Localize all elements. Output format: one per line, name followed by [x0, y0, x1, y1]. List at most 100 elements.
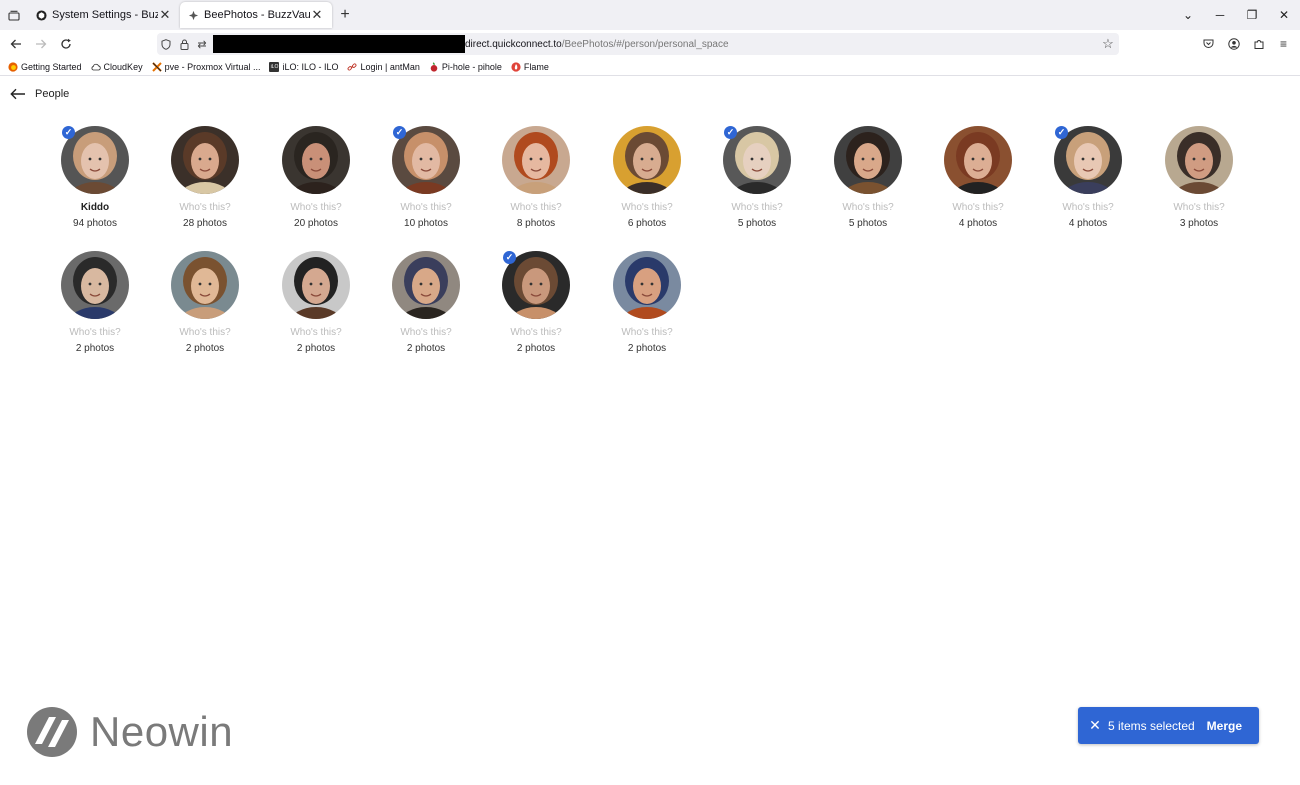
close-tab-icon[interactable]: ✕: [158, 7, 172, 22]
who-is-this-label[interactable]: Who's this?: [150, 202, 260, 214]
person-card[interactable]: Who's this? 28 photos: [150, 126, 260, 230]
extensions-icon[interactable]: [1246, 32, 1271, 56]
bookmark-proxmox[interactable]: pve - Proxmox Virtual ...: [151, 62, 260, 72]
person-card[interactable]: Who's this? 2 photos: [592, 251, 702, 355]
bookmark-cloudkey[interactable]: CloudKey: [91, 62, 143, 72]
person-card[interactable]: ✓ Who's this? 10 photos: [371, 126, 481, 230]
person-card[interactable]: ✓ Who's this? 5 photos: [702, 126, 812, 230]
forward-button[interactable]: [28, 32, 53, 56]
person-card[interactable]: Who's this? 8 photos: [481, 126, 591, 230]
new-tab-button[interactable]: +: [332, 0, 358, 30]
person-card[interactable]: Who's this? 5 photos: [813, 126, 923, 230]
tab-list-button[interactable]: [0, 0, 28, 30]
bookmark-antman[interactable]: Login | antMan: [347, 62, 420, 72]
url-path: /BeePhotos/#/person/personal_space: [561, 38, 729, 50]
who-is-this-label[interactable]: Who's this?: [702, 202, 812, 214]
person-card[interactable]: Who's this? 2 photos: [371, 251, 481, 355]
person-avatar[interactable]: [171, 126, 239, 194]
person-card[interactable]: Who's this? 2 photos: [261, 251, 371, 355]
who-is-this-label[interactable]: Who's this?: [261, 327, 371, 339]
minimize-button[interactable]: ─: [1204, 0, 1236, 30]
who-is-this-label[interactable]: Who's this?: [813, 202, 923, 214]
person-avatar[interactable]: [1165, 126, 1233, 194]
person-card[interactable]: ✓ Who's this? 2 photos: [481, 251, 591, 355]
clear-selection-close-icon[interactable]: ✕: [1082, 717, 1108, 734]
person-card[interactable]: Who's this? 2 photos: [150, 251, 260, 355]
person-avatar[interactable]: [282, 126, 350, 194]
who-is-this-label[interactable]: Who's this?: [1144, 202, 1254, 214]
person-card[interactable]: ✓ Who's this? 4 photos: [1033, 126, 1143, 230]
lock-icon[interactable]: [175, 33, 193, 55]
url-bar[interactable]: ⇄ direct.quickconnect.to /BeePhotos/#/pe…: [157, 33, 1119, 55]
person-avatar[interactable]: [61, 251, 129, 319]
photo-count: 2 photos: [627, 343, 667, 354]
neowin-watermark: Neowin: [26, 706, 233, 758]
person-card[interactable]: Who's this? 6 photos: [592, 126, 702, 230]
pocket-icon[interactable]: [1196, 32, 1221, 56]
photo-count: 2 photos: [406, 343, 446, 354]
bookmark-star-icon[interactable]: ☆: [1097, 36, 1119, 52]
reload-button[interactable]: [53, 32, 78, 56]
who-is-this-label[interactable]: Who's this?: [40, 327, 150, 339]
who-is-this-label[interactable]: Who's this?: [592, 202, 702, 214]
close-window-button[interactable]: ✕: [1268, 0, 1300, 30]
bookmarks-toolbar: Getting Started CloudKey pve - Proxmox V…: [0, 58, 1300, 76]
bookmark-label: Getting Started: [21, 61, 82, 72]
bookmark-flame[interactable]: Flame: [511, 62, 549, 72]
buzzvault-icon: [36, 9, 47, 21]
photo-count: 6 photos: [627, 218, 667, 229]
who-is-this-label[interactable]: Who's this?: [592, 327, 702, 339]
bookmark-label: Pi-hole - pihole: [441, 61, 502, 72]
restore-button[interactable]: ❐: [1236, 0, 1268, 30]
selected-check-icon[interactable]: ✓: [1055, 126, 1068, 139]
who-is-this-label[interactable]: Who's this?: [150, 327, 260, 339]
person-name[interactable]: Kiddo: [40, 202, 150, 214]
person-card[interactable]: ✓ Kiddo 94 photos: [40, 126, 150, 230]
who-is-this-label[interactable]: Who's this?: [481, 327, 591, 339]
photo-count: 5 photos: [737, 218, 777, 229]
who-is-this-label[interactable]: Who's this?: [371, 202, 481, 214]
person-card[interactable]: Who's this? 3 photos: [1144, 126, 1254, 230]
person-card[interactable]: Who's this? 20 photos: [261, 126, 371, 230]
tab-strip: System Settings - BuzzVault ✕ BeePhotos …: [0, 0, 1300, 30]
person-avatar[interactable]: [502, 126, 570, 194]
who-is-this-label[interactable]: Who's this?: [1033, 202, 1143, 214]
back-arrow-button[interactable]: [8, 84, 28, 104]
selected-check-icon[interactable]: ✓: [62, 126, 75, 139]
link-icon: [347, 62, 357, 72]
who-is-this-label[interactable]: Who's this?: [923, 202, 1033, 214]
person-avatar[interactable]: [392, 251, 460, 319]
tab-system-settings[interactable]: System Settings - BuzzVault ✕: [28, 2, 180, 28]
selected-check-icon[interactable]: ✓: [503, 251, 516, 264]
person-card[interactable]: Who's this? 4 photos: [923, 126, 1033, 230]
photo-count: 5 photos: [848, 218, 888, 229]
person-avatar[interactable]: [613, 251, 681, 319]
plus-icon: +: [340, 6, 350, 23]
person-avatar[interactable]: [944, 126, 1012, 194]
menu-icon[interactable]: ≡: [1271, 32, 1296, 56]
person-avatar[interactable]: [613, 126, 681, 194]
bookmark-getting-started[interactable]: Getting Started: [8, 62, 82, 72]
tab-overflow-chevron-icon[interactable]: ⌄: [1172, 0, 1204, 30]
selected-check-icon[interactable]: ✓: [393, 126, 406, 139]
who-is-this-label[interactable]: Who's this?: [261, 202, 371, 214]
bookmark-label: CloudKey: [103, 61, 143, 72]
tracking-protection-shield-icon[interactable]: [157, 33, 175, 55]
who-is-this-label[interactable]: Who's this?: [481, 202, 591, 214]
tab-title: BeePhotos - BuzzVault: [204, 9, 310, 21]
bookmark-ilo[interactable]: iLO iLO: ILO - ILO: [269, 61, 338, 72]
permissions-icon[interactable]: ⇄: [193, 33, 211, 55]
account-icon[interactable]: [1221, 32, 1246, 56]
tab-beephotos[interactable]: BeePhotos - BuzzVault ✕: [180, 2, 332, 28]
person-avatar[interactable]: [171, 251, 239, 319]
selected-check-icon[interactable]: ✓: [724, 126, 737, 139]
who-is-this-label[interactable]: Who's this?: [371, 327, 481, 339]
person-avatar[interactable]: [282, 251, 350, 319]
close-tab-icon[interactable]: ✕: [310, 7, 324, 22]
person-avatar[interactable]: [834, 126, 902, 194]
merge-button[interactable]: Merge: [1207, 719, 1242, 733]
bookmark-pihole[interactable]: Pi-hole - pihole: [429, 62, 502, 72]
photo-count: 94 photos: [73, 218, 117, 229]
person-card[interactable]: Who's this? 2 photos: [40, 251, 150, 355]
back-button[interactable]: [3, 32, 28, 56]
